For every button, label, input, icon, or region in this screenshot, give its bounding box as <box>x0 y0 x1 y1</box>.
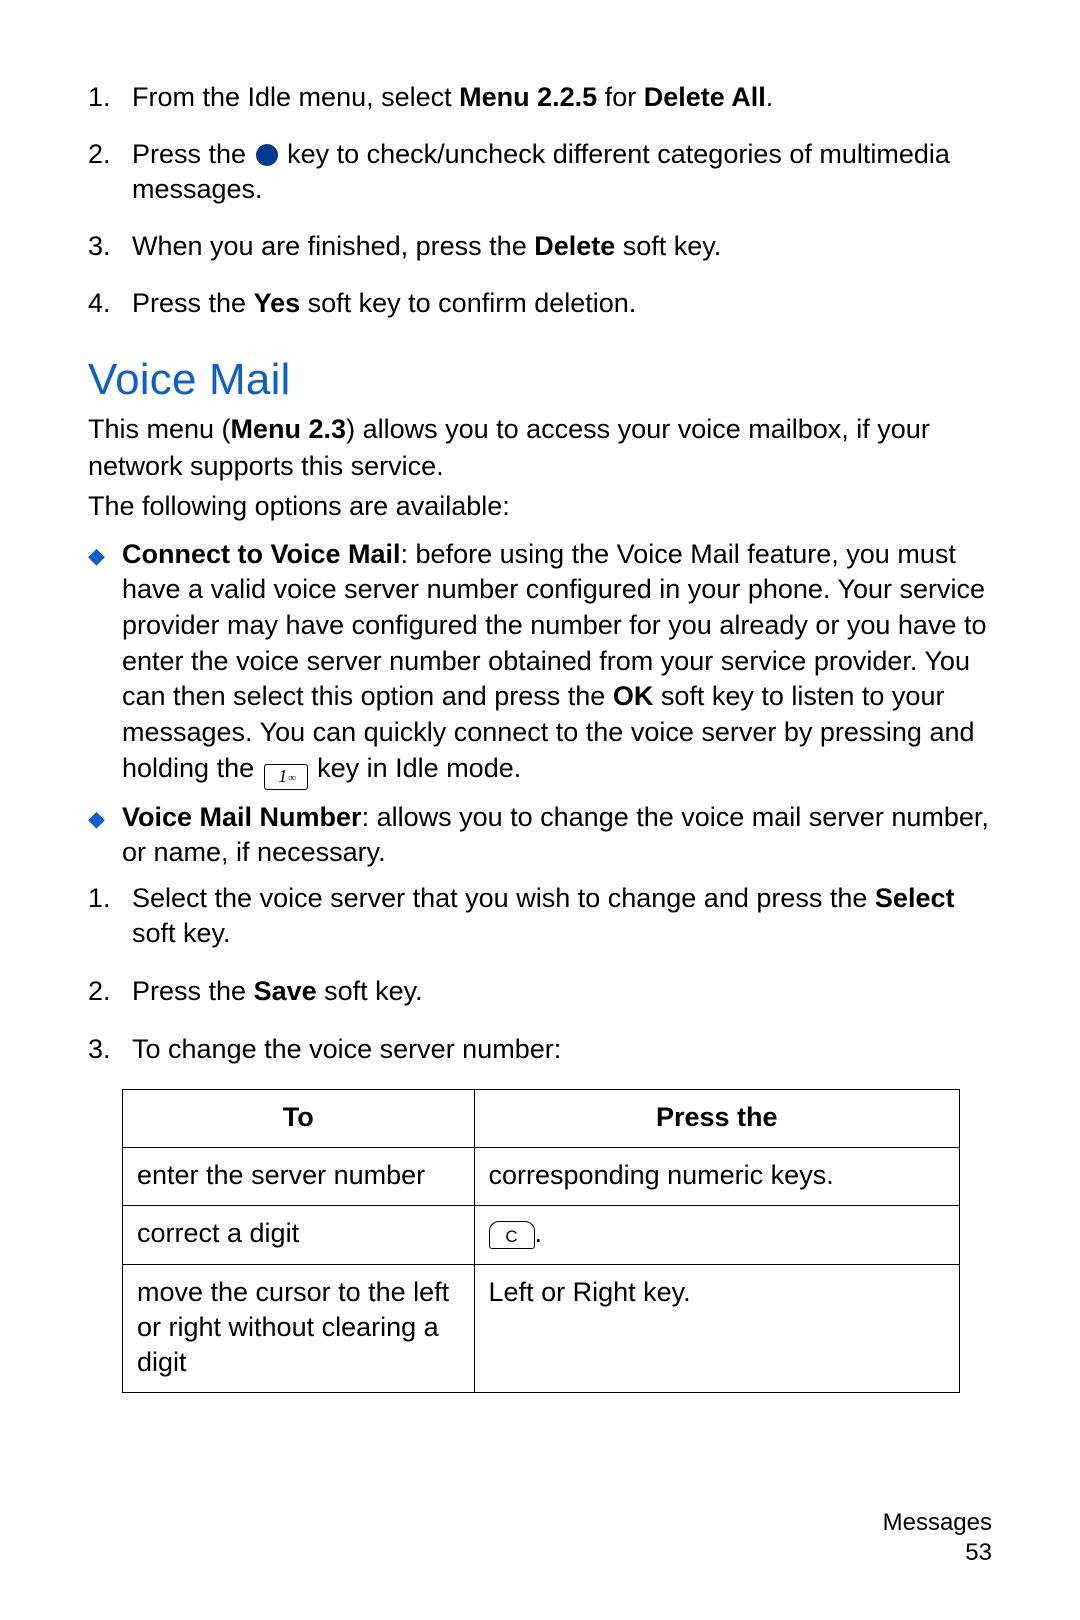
options-available-text: The following options are available: <box>88 488 992 524</box>
table-header-to: To <box>123 1090 475 1148</box>
list-item: 1.From the Idle menu, select Menu 2.2.5 … <box>88 80 992 115</box>
diamond-bullet-icon: ◆ <box>88 541 112 790</box>
one-key-icon: 1 <box>264 764 308 790</box>
list-item: 2.Press the key to check/uncheck differe… <box>88 137 992 207</box>
list-item: ◆Voice Mail Number: allows you to change… <box>88 800 992 871</box>
list-item: 3.To change the voice server number: <box>88 1032 992 1068</box>
voice-mail-heading: Voice Mail <box>88 355 992 405</box>
voice-mail-options: ◆Connect to Voice Mail: before using the… <box>88 537 992 871</box>
voice-mail-steps: 1.Select the voice server that you wish … <box>88 881 992 1068</box>
footer-page-number: 53 <box>883 1538 992 1568</box>
list-item: 4.Press the Yes soft key to confirm dele… <box>88 286 992 321</box>
diamond-bullet-icon: ◆ <box>88 804 112 871</box>
page-footer: Messages 53 <box>883 1508 992 1568</box>
c-key-icon: C <box>489 1221 535 1249</box>
table-row: enter the server numbercorresponding num… <box>123 1148 960 1206</box>
table-row: correct a digitC. <box>123 1206 960 1264</box>
voice-server-change-table: To Press the enter the server numbercorr… <box>122 1089 960 1393</box>
table-header-press: Press the <box>474 1090 959 1148</box>
list-item: 1.Select the voice server that you wish … <box>88 881 992 952</box>
list-item: ◆Connect to Voice Mail: before using the… <box>88 537 992 790</box>
nav-circle-key-icon <box>256 144 278 166</box>
list-item: 2.Press the Save soft key. <box>88 974 992 1010</box>
voice-mail-intro: This menu (Menu 2.3) allows you to acces… <box>88 411 992 484</box>
list-item: 3.When you are finished, press the Delet… <box>88 229 992 264</box>
table-row: move the cursor to the left or right wit… <box>123 1264 960 1392</box>
footer-section: Messages <box>883 1508 992 1538</box>
delete-all-steps: 1.From the Idle menu, select Menu 2.2.5 … <box>88 80 992 321</box>
